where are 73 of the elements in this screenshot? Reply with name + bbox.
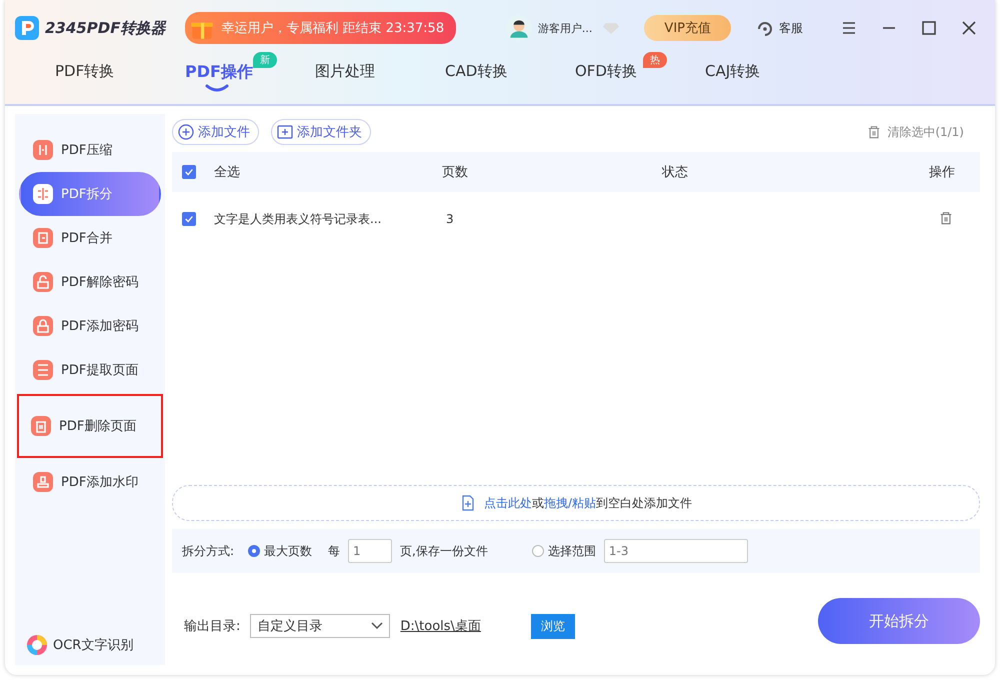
avatar-icon — [506, 15, 532, 41]
plus-circle-icon — [178, 124, 194, 140]
service-link[interactable]: 客服 — [779, 20, 803, 36]
sidebar-item[interactable]: PDF合并 — [19, 216, 161, 260]
tab-badge: 热 — [643, 52, 667, 68]
output-label: 输出目录: — [184, 618, 240, 635]
promo-text: 幸运用户，专属福利 距结束 23:37:58 — [221, 20, 444, 37]
close-icon[interactable] — [961, 20, 977, 36]
tool-icon — [33, 272, 53, 292]
tab[interactable]: OFD转换 — [575, 62, 637, 81]
tab[interactable]: 图片处理 — [315, 62, 375, 81]
maximize-icon[interactable] — [921, 20, 937, 36]
row-checkbox[interactable] — [182, 212, 196, 226]
ocr-icon — [27, 635, 47, 655]
output-dropdown[interactable]: 自定义目录 — [250, 614, 390, 638]
browse-button[interactable]: 浏览 — [530, 614, 575, 638]
diamond-icon — [602, 22, 620, 34]
ocr-link[interactable]: OCR文字识别 — [53, 636, 134, 654]
sidebar-item[interactable]: PDF压缩 — [19, 128, 161, 172]
tool-icon — [31, 416, 51, 436]
sidebar-item[interactable]: PDF拆分 — [19, 172, 161, 216]
tab-badge: 新 — [253, 52, 277, 68]
select-all-checkbox[interactable] — [182, 165, 196, 179]
sidebar-item[interactable]: PDF解除密码 — [19, 260, 161, 304]
chevron-down-icon — [371, 622, 384, 630]
file-name: 文字是人类用表义符号记录表... — [214, 210, 382, 228]
sidebar-item[interactable]: PDF删除页面 — [17, 394, 163, 458]
radio-option[interactable]: 选择范围 — [532, 542, 596, 560]
radio-button[interactable] — [248, 545, 260, 557]
tab[interactable]: PDF操作 — [185, 62, 253, 83]
tool-icon — [33, 228, 53, 248]
add-file-button[interactable]: 添加文件 — [172, 119, 259, 145]
tab[interactable]: PDF转换 — [55, 62, 114, 81]
trash-icon — [867, 124, 882, 140]
save-label: 页,保存一份文件 — [400, 542, 488, 560]
radio-option[interactable]: 最大页数 — [248, 542, 312, 560]
column-header: 状态 — [662, 164, 689, 181]
add-file-icon — [460, 495, 476, 511]
tool-icon — [33, 140, 53, 160]
drop-hint: 点击此处或拖拽/粘贴到空白处添加文件 — [484, 494, 692, 512]
check-icon — [184, 214, 194, 224]
radio-button[interactable] — [532, 545, 544, 557]
add-folder-button[interactable]: 添加文件夹 — [271, 119, 371, 145]
page-count-field[interactable]: 1 — [348, 539, 392, 563]
sidebar-item[interactable]: PDF添加密码 — [19, 304, 161, 348]
delete-icon[interactable] — [939, 210, 953, 226]
vip-button[interactable]: VIP充值 — [644, 15, 731, 41]
column-header: 操作 — [928, 164, 956, 181]
tab[interactable]: CAJ转换 — [705, 62, 760, 81]
column-header: 页数 — [442, 164, 469, 181]
user-name[interactable]: 游客用户... — [538, 20, 592, 36]
tool-icon — [33, 360, 53, 380]
tool-icon — [33, 472, 53, 492]
sidebar-item[interactable]: PDF添加水印 — [19, 460, 161, 504]
plus-square-icon — [277, 124, 293, 140]
split-mode-label: 拆分方式: — [182, 542, 234, 560]
tool-icon — [33, 184, 53, 204]
range-field[interactable]: 1-3 — [604, 539, 748, 563]
check-icon — [184, 167, 194, 177]
tab-underline-icon — [205, 84, 229, 92]
start-button[interactable]: 开始拆分 — [818, 598, 980, 644]
page-count: 3 — [445, 212, 455, 226]
app-logo-text: 2345PDF转换器 — [45, 18, 166, 38]
column-header: 全选 — [214, 164, 241, 181]
each-label: 每 — [328, 542, 340, 560]
tab[interactable]: CAD转换 — [445, 62, 508, 81]
logo-icon — [15, 16, 39, 40]
output-path-link[interactable]: D:\tools\桌面 — [400, 617, 481, 635]
sidebar-item[interactable]: PDF提取页面 — [19, 348, 161, 392]
menu-icon[interactable] — [841, 20, 857, 36]
drop-zone[interactable]: 点击此处或拖拽/粘贴到空白处添加文件 — [172, 485, 980, 521]
clear-selected-button[interactable]: 清除选中(1/1) — [861, 122, 970, 142]
tool-icon — [33, 316, 53, 336]
